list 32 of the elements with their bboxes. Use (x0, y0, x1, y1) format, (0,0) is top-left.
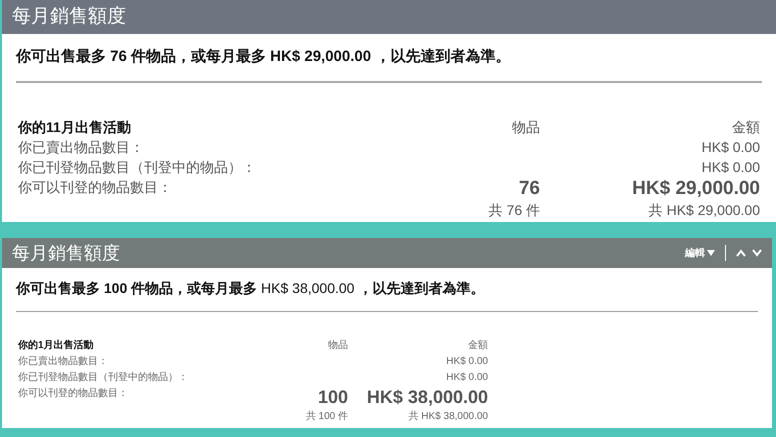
panel-title: 每月銷售額度 (12, 4, 126, 29)
item-count: 共 100 件 (306, 411, 348, 422)
amount: HK$ 29,000.00 (632, 178, 760, 198)
expand-chevron-icon[interactable] (752, 249, 762, 257)
amount: HK$ 0.00 (702, 158, 760, 174)
column-heading: 物品 (327, 339, 348, 353)
edit-menu-button[interactable]: 編輯 (685, 246, 715, 260)
limit-summary: 你可出售最多 100 件物品，或每月最多 HK$ 38,000.00 ，以先達到者為準。 (16, 278, 758, 312)
row-label: 你已刊登物品數目（刊登中的物品）： (18, 372, 188, 383)
row-label: 你已賣出物品數目： (18, 138, 144, 154)
amount: HK$ 0.00 (446, 356, 488, 367)
amount: HK$ 0.00 (702, 138, 760, 154)
amount: 共 HK$ 29,000.00 (648, 202, 760, 218)
amount: 共 HK$ 38,000.00 (408, 411, 488, 422)
panel-title: 每月銷售額度 (12, 242, 120, 264)
column-heading: 金額 (731, 118, 760, 136)
row-label: 你可以刊登的物品數目： (18, 178, 172, 194)
row-label: 你可以刊登的物品數目： (18, 388, 128, 399)
amount: HK$ 0.00 (446, 372, 488, 383)
item-count: 共 76 件 (488, 202, 540, 218)
caret-icon (707, 250, 715, 256)
item-count: 100 (318, 387, 348, 407)
amount: HK$ 38,000.00 (366, 387, 488, 407)
column-heading: 物品 (511, 118, 540, 136)
row-label: 你已刊登物品數目（刊登中的物品）： (18, 158, 256, 174)
activity-heading: 你的11月出售活動 (18, 118, 132, 136)
limit-summary: 你可出售最多 76 件物品，或每月最多 HK$ 29,000.00 ，以先達到者為準。 (16, 46, 762, 82)
item-count: 76 (518, 178, 540, 198)
activity-heading: 你的1月出售活動 (18, 338, 95, 353)
row-label: 你已賣出物品數目： (18, 356, 108, 367)
collapse-chevron-icon[interactable] (736, 249, 746, 257)
column-heading: 金額 (467, 338, 488, 353)
